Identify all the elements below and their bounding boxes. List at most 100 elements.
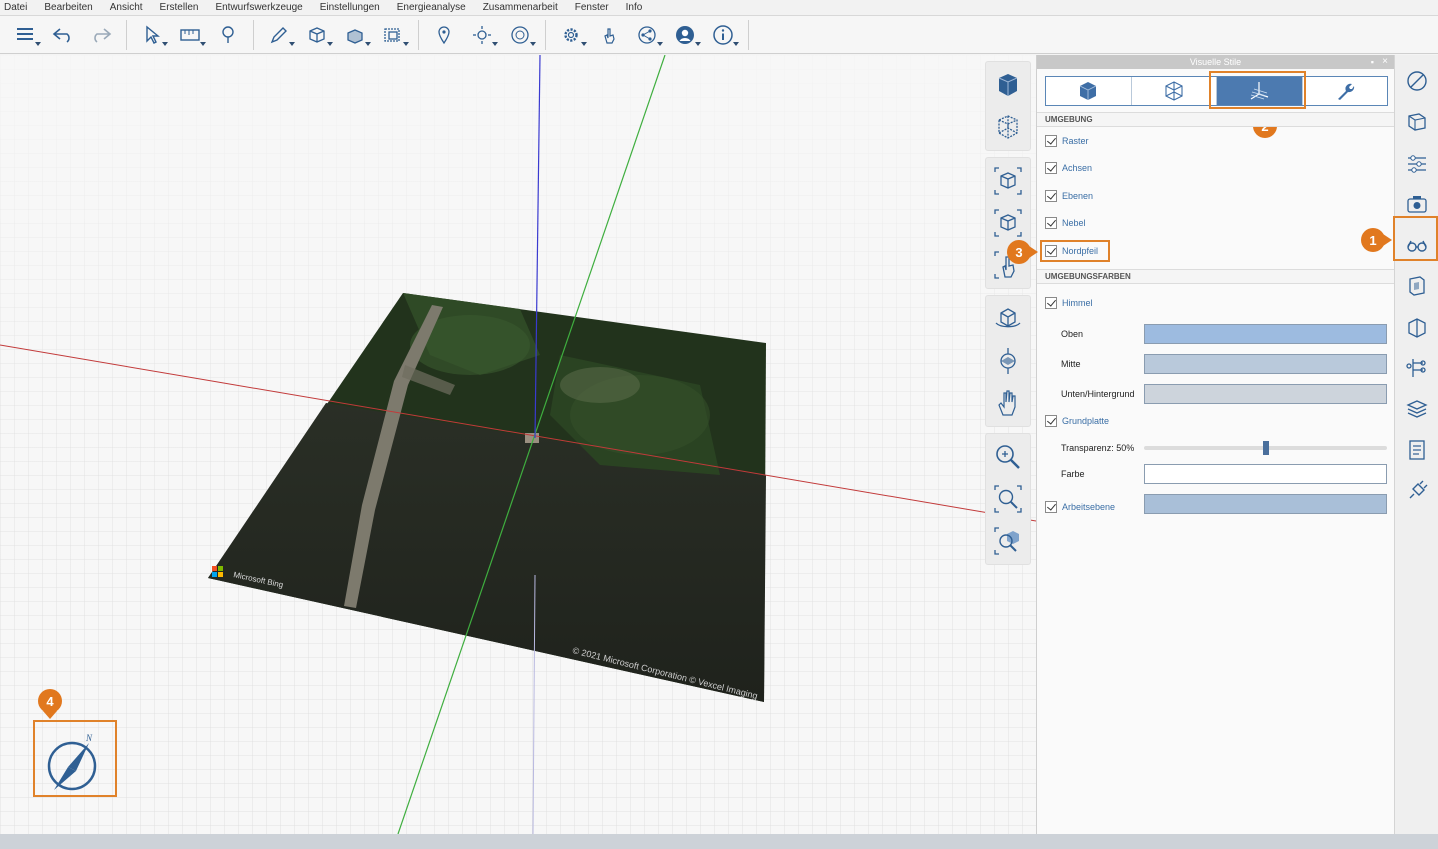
menu-info[interactable]: Info [626, 2, 643, 13]
view-cube-icon[interactable] [987, 64, 1029, 106]
checkbox-himmel[interactable]: Himmel [1045, 297, 1093, 309]
menu-bar: Datei Bearbeiten Ansicht Erstellen Entwu… [0, 0, 1438, 16]
materials-icon[interactable] [1397, 61, 1437, 101]
menu-energieanalyse[interactable]: Energieanalyse [397, 2, 466, 13]
checkbox-grundplatte[interactable]: Grundplatte [1045, 415, 1109, 427]
edit-solid-icon[interactable] [336, 20, 374, 50]
color-swatch-farbe[interactable] [1144, 464, 1387, 484]
zoom-icon[interactable] [987, 436, 1029, 478]
tab-settings[interactable] [1303, 77, 1388, 105]
menu-bearbeiten[interactable]: Bearbeiten [44, 2, 92, 13]
pencil-icon[interactable] [260, 20, 298, 50]
main-toolbar [0, 16, 1438, 54]
boolean-icon[interactable] [374, 20, 412, 50]
measure-icon[interactable] [171, 20, 209, 50]
perspective-icon[interactable] [987, 202, 1029, 244]
section-icon[interactable] [1397, 307, 1437, 347]
pan-hand-icon[interactable] [987, 382, 1029, 424]
transparency-slider[interactable] [1144, 441, 1387, 455]
tab-wireframe[interactable] [1132, 77, 1217, 105]
visual-styles-button-highlight [1393, 216, 1438, 261]
pin-icon[interactable] [209, 20, 247, 50]
layers-panel-icon[interactable] [1397, 102, 1437, 142]
raster-checkbox[interactable] [1045, 135, 1057, 147]
menu-erstellen[interactable]: Erstellen [160, 2, 199, 13]
raster-label: Raster [1062, 136, 1089, 146]
slider-thumb[interactable] [1262, 441, 1269, 455]
transparency-label: Transparenz: 50% [1061, 443, 1135, 453]
toolbar-separator [545, 19, 546, 50]
plugin-icon[interactable] [1397, 471, 1437, 511]
grundplatte-label: Grundplatte [1062, 416, 1110, 426]
gesture-icon[interactable] [590, 20, 628, 50]
menu-datei[interactable]: Datei [4, 2, 27, 13]
unten-hintergrund-label: Unten/Hintergrund [1061, 389, 1135, 399]
checkbox-ebenen[interactable]: Ebenen [1045, 190, 1093, 202]
checkbox-nebel[interactable]: Nebel [1045, 217, 1086, 229]
menu-fenster[interactable]: Fenster [575, 2, 609, 13]
achsen-label: Achsen [1062, 163, 1093, 173]
tab-solid[interactable] [1046, 77, 1132, 105]
redo-icon[interactable] [82, 20, 120, 50]
properties-icon[interactable] [1397, 143, 1437, 183]
toolbar-separator [748, 19, 749, 50]
toolbar-separator [253, 19, 254, 50]
checkbox-arbeitsebene[interactable]: Arbeitsebene [1045, 501, 1115, 513]
stack-icon[interactable] [1397, 389, 1437, 429]
fit-view-icon[interactable] [987, 160, 1029, 202]
zoom-window-icon[interactable] [987, 478, 1029, 520]
color-swatch-mitte[interactable] [1144, 354, 1387, 374]
shadow-icon[interactable] [501, 20, 539, 50]
account-icon[interactable] [666, 20, 704, 50]
zoom-selection-icon[interactable] [987, 520, 1029, 562]
arbeitsebene-checkbox[interactable] [1045, 501, 1057, 513]
callout-4-pointer [43, 711, 57, 719]
wireframe-icon [1165, 81, 1183, 101]
location-icon[interactable] [425, 20, 463, 50]
sun-icon[interactable] [463, 20, 501, 50]
scene-canvas: © 2021 Microsoft Corporation © Vexcel Im… [0, 55, 1036, 834]
orbit-group [985, 295, 1031, 427]
menu-entwurfswerkzeuge[interactable]: Entwurfswerkzeuge [215, 2, 302, 13]
menu-einstellungen[interactable]: Einstellungen [320, 2, 380, 13]
status-bar [0, 834, 1438, 849]
nebel-label: Nebel [1062, 218, 1086, 228]
layers-icon[interactable] [6, 20, 44, 50]
checkbox-raster[interactable]: Raster [1045, 135, 1089, 147]
wireframe-cube-icon[interactable] [987, 106, 1029, 148]
callout-1: 1 [1361, 228, 1385, 252]
orbit-icon[interactable] [987, 298, 1029, 340]
info-icon[interactable] [704, 20, 742, 50]
pin-icon[interactable]: ▪ [1371, 55, 1374, 69]
settings-icon[interactable] [552, 20, 590, 50]
right-tool-bar [1394, 55, 1438, 834]
grundplatte-checkbox[interactable] [1045, 415, 1057, 427]
look-around-icon[interactable] [987, 340, 1029, 382]
camera-group [985, 157, 1031, 289]
ebenen-checkbox[interactable] [1045, 190, 1057, 202]
ebenen-label: Ebenen [1062, 191, 1094, 201]
farbe-label: Farbe [1061, 469, 1085, 479]
achsen-checkbox[interactable] [1045, 162, 1057, 174]
toolbar-separator [418, 19, 419, 50]
nebel-checkbox[interactable] [1045, 217, 1057, 229]
structure-icon[interactable] [1397, 348, 1437, 388]
model-view-icon[interactable] [1397, 266, 1437, 306]
section-environment-colors: UMGEBUNGSFARBEN [1037, 269, 1395, 284]
menu-zusammenarbeit[interactable]: Zusammenarbeit [483, 2, 558, 13]
mitte-label: Mitte [1061, 359, 1081, 369]
close-icon[interactable]: × [1382, 55, 1388, 69]
share-icon[interactable] [628, 20, 666, 50]
color-swatch-unten[interactable] [1144, 384, 1387, 404]
select-icon[interactable] [133, 20, 171, 50]
wrench-icon [1337, 83, 1354, 100]
color-swatch-arbeitsebene[interactable] [1144, 494, 1387, 514]
viewport-3d[interactable]: © 2021 Microsoft Corporation © Vexcel Im… [0, 55, 1036, 834]
color-swatch-oben[interactable] [1144, 324, 1387, 344]
list-icon[interactable] [1397, 430, 1437, 470]
add-solid-icon[interactable] [298, 20, 336, 50]
menu-ansicht[interactable]: Ansicht [110, 2, 143, 13]
checkbox-achsen[interactable]: Achsen [1045, 162, 1092, 174]
himmel-checkbox[interactable] [1045, 297, 1057, 309]
undo-icon[interactable] [44, 20, 82, 50]
